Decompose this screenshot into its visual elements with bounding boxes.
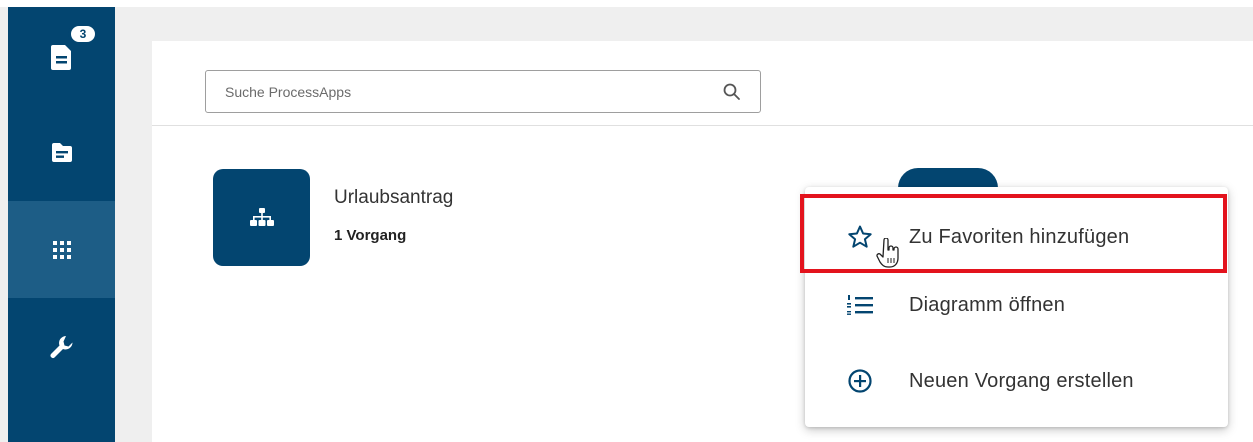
sidebar-item-cases[interactable] (8, 104, 115, 201)
divider (152, 125, 1253, 126)
search-icon[interactable] (722, 82, 742, 102)
menu-item-open-diagram[interactable]: Diagramm öffnen (805, 269, 1228, 341)
task-document-icon (50, 44, 71, 70)
app-title[interactable]: Urlaubsantrag (334, 187, 453, 209)
sidebar: 3 (8, 7, 115, 442)
star-outline-icon (848, 225, 872, 248)
top-bar (0, 0, 1253, 7)
app-case-count: 1 Vorgang (334, 227, 407, 244)
tasks-count-badge: 3 (68, 23, 98, 45)
menu-item-add-favorite[interactable]: Zu Favoriten hinzufügen (805, 201, 1228, 273)
context-menu: Zu Favoriten hinzufügen Diagramm öffnen … (805, 187, 1228, 427)
numbered-list-icon (847, 295, 873, 315)
menu-item-label: Neuen Vorgang erstellen (909, 369, 1134, 392)
hierarchy-icon (249, 207, 274, 226)
sidebar-item-tasks[interactable]: 3 (8, 7, 115, 104)
menu-item-create-case[interactable]: Neuen Vorgang erstellen (805, 345, 1228, 417)
search-box (205, 70, 761, 113)
sidebar-item-tools[interactable] (8, 298, 115, 395)
add-circle-icon (848, 369, 872, 393)
grid-icon (52, 240, 71, 259)
search-input[interactable] (206, 71, 706, 112)
folder-icon (51, 142, 72, 162)
app-tile-urlaubsantrag[interactable] (213, 169, 310, 266)
wrench-icon (49, 335, 72, 358)
menu-item-label: Zu Favoriten hinzufügen (909, 225, 1130, 248)
menu-item-label: Diagramm öffnen (909, 293, 1066, 316)
sidebar-item-processapps[interactable] (8, 201, 115, 298)
